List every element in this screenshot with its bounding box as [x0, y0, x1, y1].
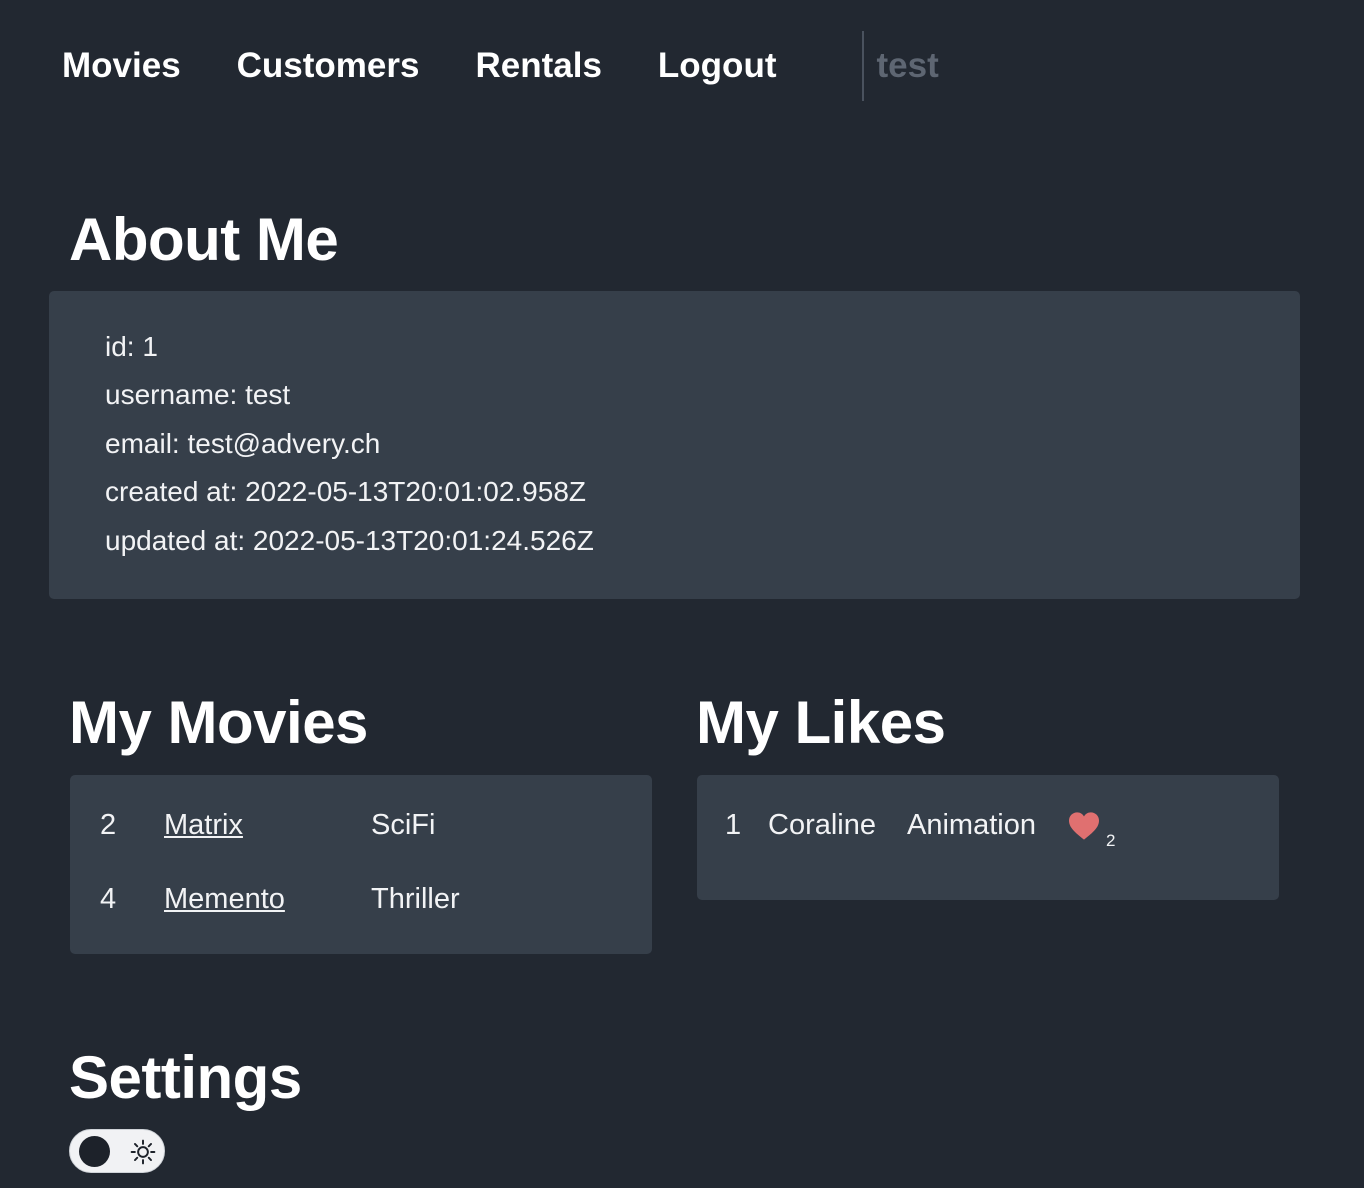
heart-icon[interactable] — [1067, 811, 1101, 841]
settings-heading: Settings — [69, 1044, 302, 1111]
nav-link-logout[interactable]: Logout — [658, 30, 777, 102]
movie-id: 2 — [100, 809, 117, 841]
my-likes-panel: 1 Coraline Animation 2 — [697, 775, 1279, 900]
nav-link-movies[interactable]: Movies — [62, 30, 181, 102]
nav-link-rentals[interactable]: Rentals — [475, 30, 601, 102]
about-me-heading: About Me — [69, 206, 339, 273]
top-nav: Movies Customers Rentals Logout test — [62, 30, 939, 102]
theme-toggle[interactable] — [69, 1129, 165, 1173]
about-id: id: 1 — [105, 331, 158, 362]
movie-title-link[interactable]: Memento — [164, 883, 285, 916]
about-me-panel: id: 1 username: test email: test@advery.… — [49, 291, 1300, 599]
my-likes-heading: My Likes — [696, 689, 946, 756]
movie-title-link[interactable]: Matrix — [164, 809, 243, 842]
nav-divider — [862, 31, 865, 101]
liked-movie-genre: Animation — [907, 809, 1036, 841]
nav-link-customers[interactable]: Customers — [237, 30, 420, 102]
liked-movie-id: 1 — [725, 809, 742, 841]
toggle-knob — [79, 1136, 110, 1167]
liked-movie-title: Coraline — [768, 809, 876, 841]
about-email: email: test@advery.ch — [105, 428, 381, 459]
movie-genre: SciFi — [371, 809, 436, 841]
my-movies-heading: My Movies — [69, 689, 368, 756]
movie-id: 4 — [100, 883, 117, 915]
about-updated-at: updated at: 2022-05-13T20:01:24.526Z — [105, 525, 594, 556]
movie-genre: Thriller — [371, 883, 460, 915]
about-created-at: created at: 2022-05-13T20:01:02.958Z — [105, 476, 587, 507]
my-movies-panel: 2 Matrix SciFi 4 Memento Thriller — [70, 775, 652, 954]
like-count: 2 — [1106, 831, 1116, 850]
current-username: test — [876, 46, 939, 85]
sun-icon — [130, 1139, 156, 1165]
about-username: username: test — [105, 379, 291, 410]
